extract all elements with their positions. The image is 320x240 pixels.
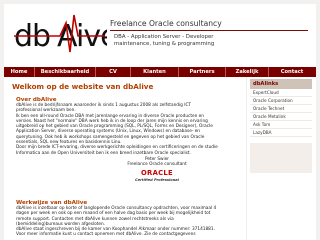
sidebar-link-oracle-metalink[interactable]: Oracle Metalink (250, 113, 312, 121)
about-line: Door mijn brede ICT-ervaring, diverse we… (16, 145, 218, 151)
oracle-logo: ORACLE (140, 168, 174, 177)
title-underline (110, 30, 308, 31)
nav-klanten[interactable]: Klanten (131, 67, 178, 77)
site-title: Freelance Oracle consultancy (110, 19, 222, 28)
page: db A ive Freelance Oracle consultancy DB… (4, 4, 316, 240)
nav-contact[interactable]: Contact (269, 67, 315, 77)
sidebar-link-lazydba[interactable]: LazyDBA (250, 129, 312, 137)
sidebar-link-oracle-corporation[interactable]: Oracle Corporation (250, 97, 312, 105)
main-nav: Home Beschikbaarheid CV Klanten Partners… (4, 67, 316, 77)
certified-professional-label: Certified Professional (135, 177, 179, 182)
werkwijze-section: Werkwijze van dbAlive dbAlive is inzetba… (16, 200, 240, 238)
dbalive-logo[interactable]: db A ive (12, 8, 107, 58)
signature-block: Peter Swier Freelance Oracle consultant … (112, 157, 202, 182)
about-line: Informatica aan de Open Universiteit ben… (16, 150, 191, 156)
about-section: Over dbAlive dbAlive is de bedrijfsnaam … (16, 97, 240, 156)
nav-partners[interactable]: Partners (179, 67, 225, 77)
sidebar: dbAlinks ExpertCloud Oracle Corporation … (250, 79, 312, 173)
page-title: Welkom op de website van dbAlive (12, 82, 154, 91)
content-area: Welkom op de website van dbAlive Over db… (4, 77, 316, 240)
sidebar-panel (250, 143, 312, 173)
subtitle-line: maintenance, tuning & programming (114, 40, 215, 47)
sidebar-heading: dbAlinks (250, 79, 312, 89)
nav-zakelijk[interactable]: Zakelijk (226, 67, 268, 77)
werkwijze-line: dagen per week en ook op een maand of ee… (16, 211, 211, 217)
sidebar-link-ask-tom[interactable]: Ask Tom (250, 121, 312, 129)
nav-home[interactable]: Home (4, 67, 34, 77)
site-subtitle: DBA - Application Server - Developer mai… (114, 34, 214, 47)
werkwijze-line: Voor meer informatie kunt u contact opne… (16, 232, 196, 238)
nav-cv[interactable]: CV (96, 67, 130, 77)
column-divider (246, 77, 247, 240)
subtitle-line: DBA - Application Server - Developer (114, 34, 214, 40)
sidebar-link-oracle-technet[interactable]: Oracle Technet (250, 105, 312, 113)
main-column: Welkom op de website van dbAlive Over db… (12, 77, 244, 240)
sidebar-link-expertcloud[interactable]: ExpertCloud (250, 89, 312, 97)
signature-role: Freelance Oracle consultant (127, 162, 187, 168)
nav-beschikbaarheid[interactable]: Beschikbaarheid (35, 67, 95, 77)
header: db A ive Freelance Oracle consultancy DB… (4, 4, 316, 67)
